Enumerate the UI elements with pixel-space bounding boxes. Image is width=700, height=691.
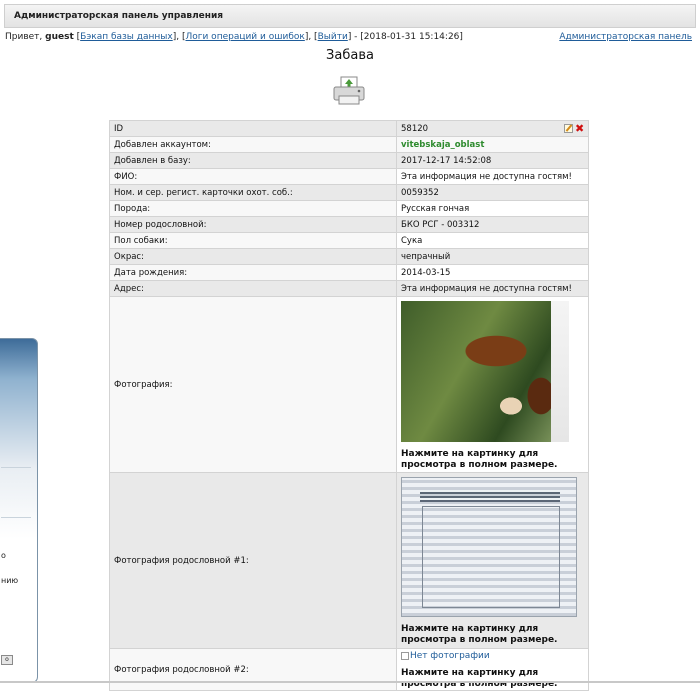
dog-photo[interactable]	[401, 301, 569, 442]
row-value: Сука	[396, 232, 589, 249]
pedigree-photo-1[interactable]	[401, 477, 577, 617]
row-label: Порода:	[109, 200, 397, 217]
table-row: ID 58120 ✖	[109, 120, 589, 137]
table-row: Адрес: Эта информация не доступна гостям…	[109, 280, 589, 297]
printer-icon[interactable]	[332, 76, 366, 106]
dog-info-table: ID 58120 ✖ Добавлен аккаунтом: vitebskaj…	[109, 120, 589, 691]
table-row: Пол собаки: Сука	[109, 232, 589, 249]
row-value: БКО РСГ - 003312	[396, 216, 589, 233]
row-label: Ном. и сер. регист. карточки охот. соб.:	[109, 184, 397, 201]
table-row: Окрас: чепрачный	[109, 248, 589, 265]
user-info-line: Привет, guest [Бэкап базы данных], [Логи…	[5, 32, 692, 42]
row-value: Эта информация не доступна гостям!	[396, 280, 589, 297]
table-row: Порода: Русская гончая	[109, 200, 589, 217]
row-value: Нет фотографии Нажмите на картинку для п…	[396, 648, 589, 691]
admin-panel-link[interactable]: Администраторская панель	[559, 32, 692, 42]
edit-icon[interactable]	[564, 123, 573, 133]
row-label: ФИО:	[109, 168, 397, 185]
table-row: Фотография родословной #1: Нажмите на ка…	[109, 472, 589, 649]
backup-db-link[interactable]: Бэкап базы данных	[80, 32, 173, 42]
delete-icon[interactable]: ✖	[575, 123, 584, 134]
row-value: Нажмите на картинку для просмотра в полн…	[396, 296, 589, 473]
row-label: Фотография родословной #2:	[109, 648, 397, 691]
row-label: ID	[109, 120, 397, 137]
table-row: Добавлен в базу: 2017-12-17 14:52:08	[109, 152, 589, 169]
row-label: Добавлен аккаунтом:	[109, 136, 397, 153]
page-title: Забава	[326, 48, 374, 63]
side-panel: о нию о	[0, 338, 38, 683]
current-datetime: [2018-01-31 15:14:26]	[360, 32, 463, 42]
row-label: Фотография:	[109, 296, 397, 473]
row-label: Добавлен в базу:	[109, 152, 397, 169]
logout-link[interactable]: Выйти	[318, 32, 348, 42]
row-value: Нажмите на картинку для просмотра в полн…	[396, 472, 589, 649]
side-button[interactable]: о	[1, 655, 13, 665]
side-text: нию	[1, 576, 19, 585]
row-value: Русская гончая	[396, 200, 589, 217]
row-label: Пол собаки:	[109, 232, 397, 249]
row-value: 2014-03-15	[396, 264, 589, 281]
header-title: Администраторская панель управления	[14, 11, 224, 21]
side-text: о	[1, 551, 6, 560]
table-row: Дата рождения: 2014-03-15	[109, 264, 589, 281]
no-photo-link[interactable]: Нет фотографии	[410, 651, 490, 661]
table-row: ФИО: Эта информация не доступна гостям!	[109, 168, 589, 185]
photo-caption: Нажмите на картинку для просмотра в полн…	[401, 668, 558, 689]
row-value: чепрачный	[396, 248, 589, 265]
broken-image-icon	[401, 651, 409, 660]
row-label: Фотография родословной #1:	[109, 472, 397, 649]
table-row: Фотография: Нажмите на картинку для прос…	[109, 296, 589, 473]
row-label: Номер родословной:	[109, 216, 397, 233]
row-label: Адрес:	[109, 280, 397, 297]
row-value: 58120 ✖	[396, 120, 589, 137]
admin-panel-header: Администраторская панель управления	[4, 4, 696, 28]
row-label: Дата рождения:	[109, 264, 397, 281]
logs-link[interactable]: Логи операций и ошибок	[185, 32, 304, 42]
row-value: vitebskaja_oblast	[396, 136, 589, 153]
table-row: Добавлен аккаунтом: vitebskaja_oblast	[109, 136, 589, 153]
table-row: Ном. и сер. регист. карточки охот. соб.:…	[109, 184, 589, 201]
row-label: Окрас:	[109, 248, 397, 265]
account-name: vitebskaja_oblast	[401, 139, 485, 150]
table-row: Фотография родословной #2: Нет фотографи…	[109, 648, 589, 691]
row-value: 2017-12-17 14:52:08	[396, 152, 589, 169]
table-row: Номер родословной: БКО РСГ - 003312	[109, 216, 589, 233]
photo-caption: Нажмите на картинку для просмотра в полн…	[401, 449, 558, 470]
username: guest	[45, 32, 74, 42]
row-value: Эта информация не доступна гостям!	[396, 168, 589, 185]
photo-caption: Нажмите на картинку для просмотра в полн…	[401, 624, 558, 645]
row-value: 0059352	[396, 184, 589, 201]
